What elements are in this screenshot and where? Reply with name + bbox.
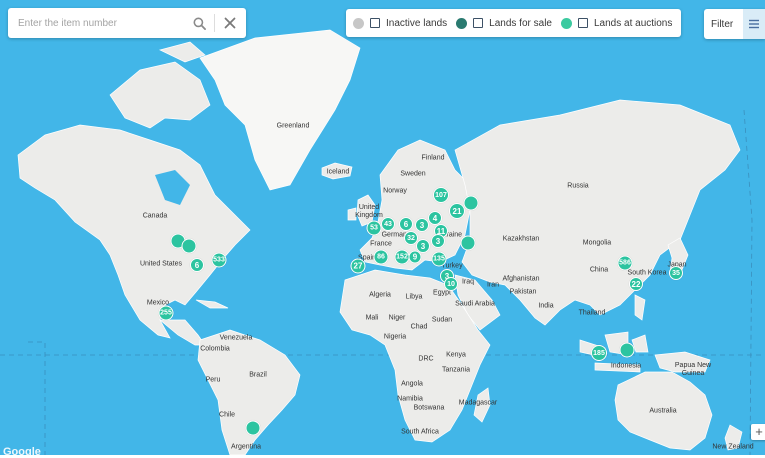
lands-at-auctions-checkbox[interactable] — [577, 18, 588, 28]
land-cluster-marker[interactable]: 3 — [415, 218, 429, 232]
legend-inactive-lands-label: Inactive lands — [386, 17, 448, 29]
lands-at-auctions-dot-icon — [560, 17, 572, 29]
inactive-lands-dot-icon — [353, 17, 364, 29]
land-auction-marker[interactable] — [245, 420, 261, 436]
land-cluster-marker[interactable]: 10 — [444, 277, 458, 291]
filter-button[interactable]: Filter — [704, 9, 765, 39]
date-line-east — [743, 109, 753, 455]
iceland-shape — [321, 162, 353, 180]
land-auction-marker[interactable] — [460, 235, 476, 251]
land-cluster-marker[interactable]: 3 — [431, 234, 445, 248]
land-status-legend: Inactive lands Lands for sale Lands at a… — [346, 9, 682, 37]
land-cluster-marker[interactable]: 27 — [350, 258, 366, 274]
land-cluster-marker[interactable]: 255 — [158, 305, 174, 321]
asia-shape — [454, 99, 741, 326]
land-cluster-marker[interactable]: 6 — [190, 258, 204, 272]
land-cluster-marker[interactable]: 586 — [617, 255, 633, 271]
date-line-west — [28, 341, 46, 455]
land-cluster-marker[interactable]: 53 — [366, 220, 382, 236]
land-cluster-marker[interactable]: 43 — [381, 217, 395, 231]
world-map[interactable]: Greenland Iceland Finland Sweden Norway … — [0, 0, 765, 455]
legend-lands-at-auctions-toggle[interactable]: Lands at auctions — [560, 17, 673, 29]
south-america-shape — [197, 329, 301, 455]
land-cluster-marker[interactable]: 6 — [399, 217, 413, 231]
lands-for-sale-checkbox[interactable] — [473, 18, 484, 28]
land-auction-marker[interactable] — [619, 342, 635, 358]
land-cluster-marker[interactable]: 533 — [211, 252, 227, 268]
land-cluster-marker[interactable]: 21 — [449, 203, 465, 219]
land-cluster-marker[interactable]: 35 — [669, 266, 683, 280]
legend-lands-for-sale-label: Lands for sale — [489, 17, 552, 29]
land-auction-marker[interactable] — [463, 195, 479, 211]
arctic-islands-shape — [109, 61, 211, 129]
legend-lands-for-sale-toggle[interactable]: Lands for sale — [456, 17, 552, 29]
search-box — [8, 8, 246, 38]
clear-search-icon[interactable] — [218, 8, 242, 38]
google-logo: Google — [3, 446, 41, 458]
land-cluster-marker[interactable]: 22 — [629, 277, 643, 291]
land-cluster-marker[interactable]: 152 — [394, 249, 410, 265]
land-auction-marker[interactable] — [181, 238, 197, 254]
land-cluster-marker[interactable]: 107 — [433, 187, 449, 203]
land-cluster-marker[interactable]: 86 — [373, 249, 389, 265]
inactive-lands-checkbox[interactable] — [370, 18, 380, 28]
land-cluster-marker[interactable]: 135 — [431, 251, 447, 267]
filter-label: Filter — [711, 18, 734, 30]
search-divider — [214, 14, 215, 32]
item-number-search-input[interactable] — [16, 9, 187, 37]
legend-lands-at-auctions-label: Lands at auctions — [593, 17, 673, 29]
australia-shape — [614, 371, 713, 451]
search-icon[interactable] — [187, 8, 211, 38]
legend-inactive-lands-toggle[interactable]: Inactive lands — [353, 17, 448, 29]
filter-icon[interactable] — [743, 9, 765, 39]
lands-for-sale-dot-icon — [456, 17, 468, 29]
land-cluster-marker[interactable]: 4 — [428, 211, 442, 225]
land-cluster-marker[interactable]: 185 — [591, 345, 607, 361]
zoom-in-button[interactable]: + — [751, 424, 765, 440]
land-cluster-marker[interactable]: 9 — [408, 250, 422, 264]
